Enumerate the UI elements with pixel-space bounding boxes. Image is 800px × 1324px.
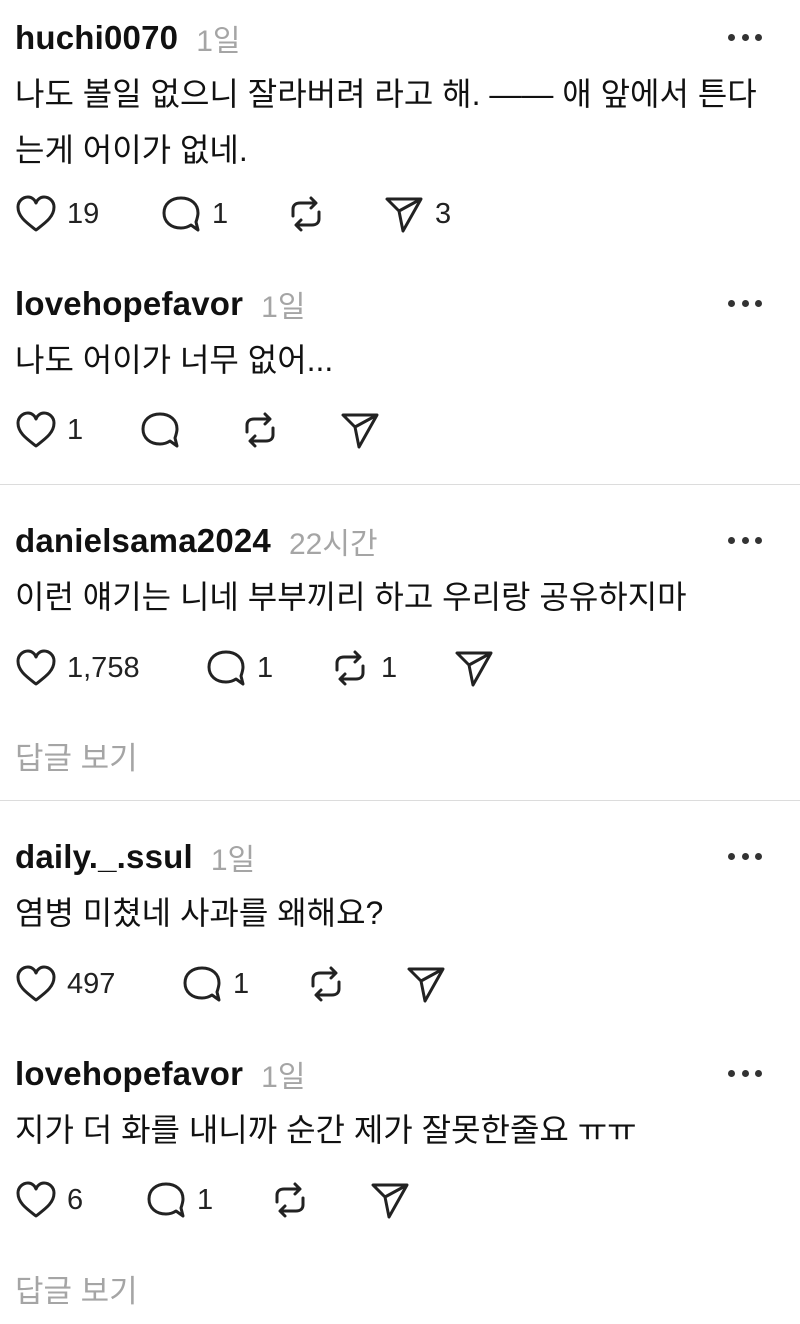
comment-button[interactable] [139,408,239,452]
comment-bubble-icon [162,196,200,232]
repost-icon [335,650,365,686]
repost-icon [311,966,341,1002]
timestamp: 1일 [196,25,241,58]
share-button[interactable] [453,646,495,690]
post-text: 나도 볼일 없으니 잘라버려 라고 해. —— 애 앞에서 튼다는게 어이가 없… [15,76,757,168]
action-bar: 1,758 1 1 [15,646,495,690]
repost-button[interactable] [305,962,405,1006]
send-icon [371,1183,409,1219]
repost-button[interactable] [239,408,339,452]
thread-divider [0,484,800,485]
heart-icon [16,411,56,448]
post-header: lovehopefavor 1일 [15,284,305,324]
post-text: 염병 미쳤네 사과를 왜해요? [15,895,384,931]
like-button[interactable]: 1,758 [15,646,205,690]
heart-icon [16,1181,56,1218]
thread-divider [0,800,800,801]
comment-button[interactable]: 1 [145,1178,269,1222]
action-bar: 6 1 [15,1178,411,1222]
send-icon [455,651,493,687]
share-button[interactable] [339,408,381,452]
comment-button[interactable]: 1 [205,646,329,690]
comment-count: 1 [233,967,250,1000]
share-button[interactable] [369,1178,411,1222]
repost-icon [245,412,275,448]
action-bar: 497 1 [15,962,447,1006]
more-dots-icon[interactable] [728,851,762,861]
send-icon [407,967,445,1003]
more-dots-icon[interactable] [728,298,762,308]
username[interactable]: daily._.ssul [15,838,193,876]
view-replies-link[interactable]: 답글 보기 [15,733,138,778]
action-bar: 19 1 3 [15,192,451,236]
post-text: 지가 더 화를 내니까 순간 제가 잘못한줄요 ㅠㅠ [15,1112,637,1148]
like-count: 1 [67,413,84,446]
share-button[interactable]: 3 [383,192,451,236]
share-button[interactable] [405,962,447,1006]
heart-icon [16,649,56,686]
like-button[interactable]: 19 [15,192,160,236]
view-replies-link[interactable]: 답글 보기 [15,1266,138,1311]
comment-bubble-icon [207,650,245,686]
like-count: 497 [67,967,116,1000]
repost-button[interactable] [285,192,383,236]
share-count: 3 [435,197,452,230]
send-icon [385,197,423,233]
comment-button[interactable]: 1 [181,962,305,1006]
comment-bubble-icon [141,412,179,448]
more-dots-icon[interactable] [728,1068,762,1078]
repost-icon [291,196,321,232]
repost-button[interactable]: 1 [329,646,453,690]
timestamp: 1일 [261,1061,306,1094]
post-text: 나도 어이가 너무 없어... [15,342,334,378]
post-header: daily._.ssul 1일 [15,837,255,877]
like-button[interactable]: 6 [15,1178,145,1222]
comment-count: 1 [257,651,274,684]
like-button[interactable]: 497 [15,962,181,1006]
like-count: 6 [67,1183,84,1216]
post-header: danielsama2024 22시간 [15,521,378,561]
post-header: huchi0070 1일 [15,18,241,58]
post-text: 이런 얘기는 니네 부부끼리 하고 우리랑 공유하지마 [15,579,687,615]
post-header: lovehopefavor 1일 [15,1054,305,1094]
heart-icon [16,195,56,232]
username[interactable]: lovehopefavor [15,1055,243,1093]
timestamp: 1일 [261,291,306,324]
repost-button[interactable] [269,1178,369,1222]
repost-count: 1 [381,651,398,684]
username[interactable]: huchi0070 [15,19,178,57]
comment-count: 1 [197,1183,214,1216]
like-count: 1,758 [67,651,140,684]
repost-icon [275,1182,305,1218]
like-button[interactable]: 1 [15,408,139,452]
comment-button[interactable]: 1 [160,192,285,236]
username[interactable]: lovehopefavor [15,285,243,323]
timestamp: 22시간 [288,528,378,561]
more-dots-icon[interactable] [728,32,762,42]
comment-bubble-icon [183,966,221,1002]
more-dots-icon[interactable] [728,535,762,545]
heart-icon [16,965,56,1002]
comment-count: 1 [212,197,229,230]
send-icon [341,413,379,449]
timestamp: 1일 [210,844,256,877]
comment-bubble-icon [147,1182,185,1218]
username[interactable]: danielsama2024 [15,522,271,560]
action-bar: 1 [15,408,381,452]
like-count: 19 [67,197,100,230]
